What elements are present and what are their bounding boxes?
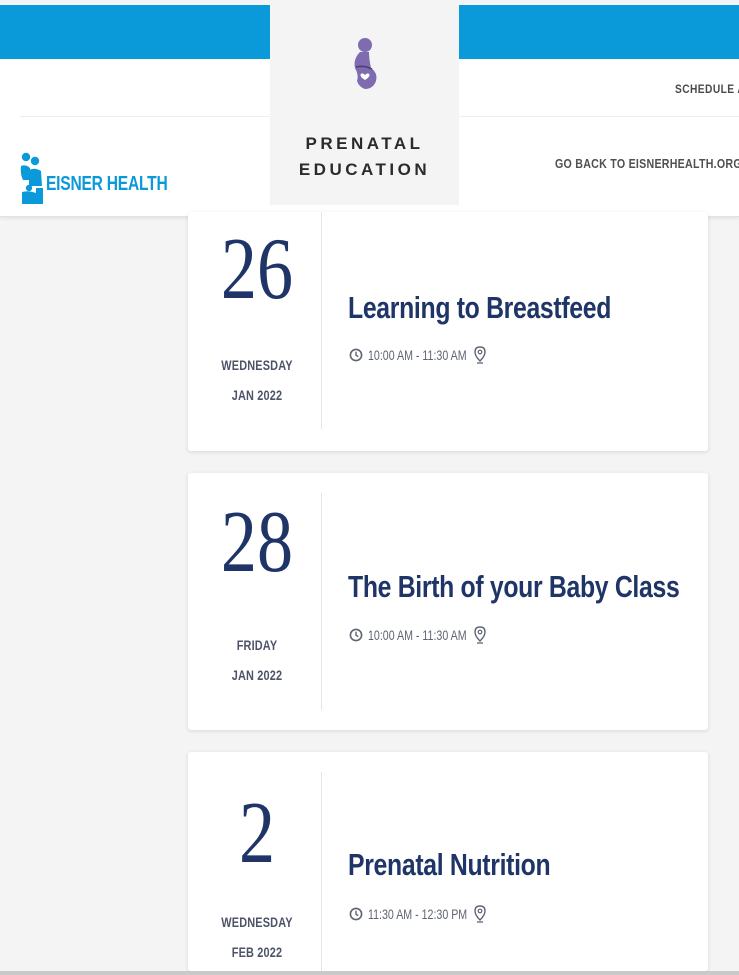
date-separator xyxy=(321,772,322,971)
event-title[interactable]: Learning to Breastfeed xyxy=(348,290,611,326)
event-date: 26 WEDNESDAY JAN 2022 xyxy=(188,212,321,451)
clock-icon xyxy=(349,348,363,362)
logo-text: EISNER HEALTH xyxy=(46,173,168,195)
event-day-number: 28 xyxy=(220,494,294,591)
badge-title-line-1: PRENATAL xyxy=(305,134,424,153)
event-date: 2 WEDNESDAY FEB 2022 xyxy=(188,752,321,971)
event-day-number: 26 xyxy=(220,221,294,318)
event-card[interactable]: 28 FRIDAY JAN 2022 The Birth of your Bab… xyxy=(188,473,708,730)
eisner-health-logo[interactable]: EISNER HEALTH xyxy=(20,150,202,204)
event-time: 10:00 AM - 11:30 AM xyxy=(368,627,467,643)
event-meta: 10:00 AM - 11:30 AM xyxy=(349,346,486,364)
event-title[interactable]: The Birth of your Baby Class xyxy=(348,569,680,605)
event-time: 10:00 AM - 11:30 AM xyxy=(368,347,467,363)
event-meta: 11:30 AM - 12:30 PM xyxy=(349,905,486,923)
event-weekday: WEDNESDAY xyxy=(221,914,293,930)
prenatal-education-badge: PRENATAL EDUCATION xyxy=(270,5,459,205)
location-pin-icon[interactable] xyxy=(474,626,486,644)
date-separator xyxy=(321,212,322,429)
go-back-link[interactable]: GO BACK TO EISNERHEALTH.ORG xyxy=(555,156,739,171)
location-pin-icon[interactable] xyxy=(474,346,486,364)
clock-icon xyxy=(349,907,363,921)
event-meta: 10:00 AM - 11:30 AM xyxy=(349,626,486,644)
event-month-year: FEB 2022 xyxy=(231,944,283,960)
event-date: 28 FRIDAY JAN 2022 xyxy=(188,473,321,730)
event-card[interactable]: 2 WEDNESDAY FEB 2022 Prenatal Nutrition … xyxy=(188,752,708,971)
event-day-number: 2 xyxy=(238,785,276,882)
event-month-year: JAN 2022 xyxy=(231,667,283,683)
clock-icon xyxy=(349,628,363,642)
pregnant-woman-icon xyxy=(354,38,376,89)
date-separator xyxy=(321,493,322,710)
badge-title-line-2: EDUCATION xyxy=(298,160,431,179)
event-time: 11:30 AM - 12:30 PM xyxy=(368,906,468,922)
event-weekday: FRIDAY xyxy=(236,637,278,653)
event-card[interactable]: 26 WEDNESDAY JAN 2022 Learning to Breast… xyxy=(188,212,708,451)
family-logo-icon xyxy=(20,152,43,204)
bottom-edge xyxy=(0,971,739,975)
event-weekday: WEDNESDAY xyxy=(221,357,293,373)
event-title[interactable]: Prenatal Nutrition xyxy=(348,847,551,883)
event-month-year: JAN 2022 xyxy=(231,387,283,403)
location-pin-icon[interactable] xyxy=(474,905,486,923)
schedule-appointment-link[interactable]: SCHEDULE AN xyxy=(675,82,739,96)
